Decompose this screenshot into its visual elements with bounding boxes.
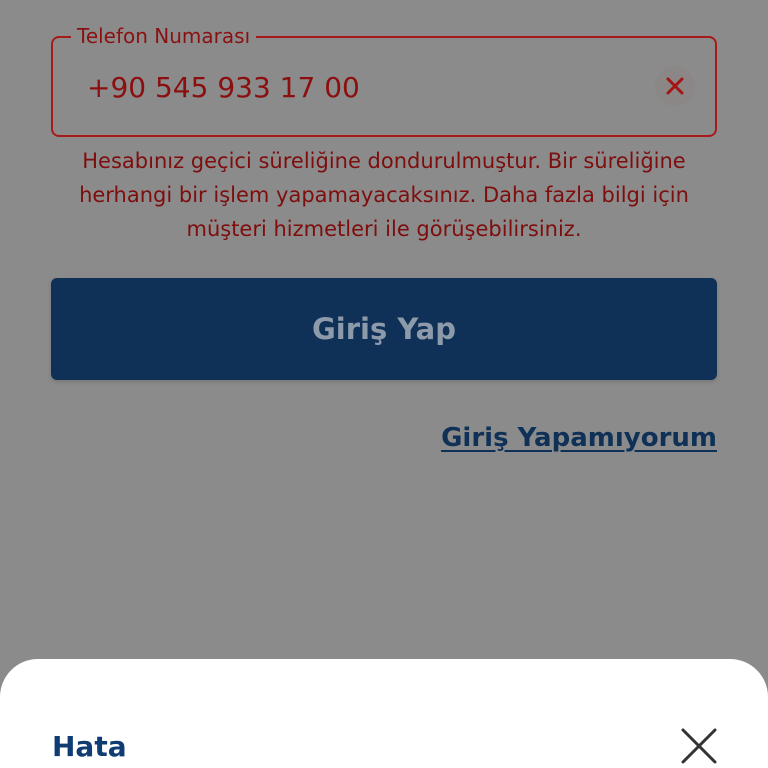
cant-login-link[interactable]: Giriş Yapamıyorum [441, 420, 717, 456]
phone-number-field[interactable]: Telefon Numarası +90 545 933 17 00 [51, 22, 717, 137]
phone-number-label: Telefon Numarası [71, 22, 257, 50]
sheet-title: Hata [52, 730, 127, 763]
clear-input-button[interactable] [655, 66, 695, 106]
login-button[interactable]: Giriş Yap [51, 278, 717, 380]
close-icon [655, 66, 695, 106]
error-bottom-sheet: Hata [0, 659, 768, 768]
close-icon [681, 728, 717, 764]
sheet-close-button[interactable] [680, 727, 718, 765]
phone-number-input[interactable]: +90 545 933 17 00 [87, 70, 360, 106]
error-message: Hesabınız geçici süreliğine dondurulmuşt… [79, 149, 689, 241]
login-screen: Telefon Numarası +90 545 933 17 00 Hesab… [0, 0, 768, 768]
